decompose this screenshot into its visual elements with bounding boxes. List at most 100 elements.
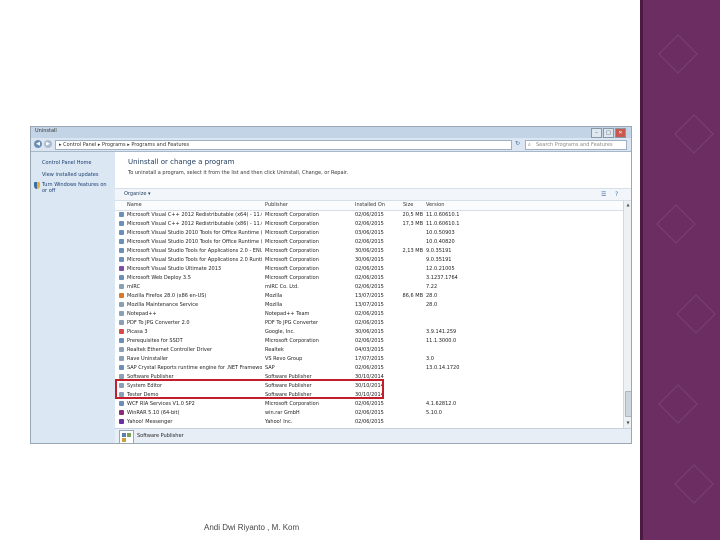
program-row[interactable]: Microsoft Visual Studio Tools for Applic… xyxy=(115,256,623,264)
program-row[interactable]: WCF RIA Services V1.0 SP2 Microsoft Corpo… xyxy=(115,400,623,408)
program-version: 3.9.141.259 xyxy=(426,329,457,335)
column-header-publisher[interactable]: Publisher xyxy=(265,202,288,208)
program-publisher: Microsoft Corporation xyxy=(265,266,319,272)
program-row[interactable]: Microsoft Visual Studio 2010 Tools for O… xyxy=(115,229,623,237)
app-icon xyxy=(119,284,124,289)
program-publisher: PDF To JPG Converter xyxy=(265,320,319,326)
program-row[interactable]: Microsoft Web Deploy 3.5 Microsoft Corpor… xyxy=(115,274,623,282)
program-name: Yahoo! Messenger xyxy=(127,419,173,425)
program-installed-on: 02/06/2015 xyxy=(355,284,384,290)
program-publisher: Microsoft Corporation xyxy=(265,401,319,407)
program-row[interactable]: Notepad++ Notepad++ Team 02/06/2015 xyxy=(115,310,623,318)
program-row[interactable]: Prerequisites for SSDT Microsoft Corporat… xyxy=(115,337,623,345)
program-version: 7.22 xyxy=(426,284,438,290)
search-placeholder: Search Programs and Features xyxy=(536,142,613,148)
view-options-icon[interactable]: ☰ xyxy=(601,191,606,198)
decorative-sidebar xyxy=(640,0,720,540)
picasa-icon xyxy=(119,329,124,334)
program-name: Realtek Ethernet Controller Driver xyxy=(127,347,212,353)
program-version: 11.0.60610.1 xyxy=(426,212,460,218)
control-panel-home-link[interactable]: Control Panel Home xyxy=(42,160,92,166)
address-field[interactable]: ▸ Control Panel ▸ Programs ▸ Programs an… xyxy=(55,140,512,150)
program-publisher: Mozilla xyxy=(265,293,283,299)
program-row[interactable]: Rave Uninstaller VS Revo Group 17/07/2015 3… xyxy=(115,355,623,363)
program-row[interactable]: mIRC mIRC Co. Ltd. 02/06/2015 7.22 xyxy=(115,283,623,291)
help-icon[interactable]: ? xyxy=(615,191,618,198)
program-row[interactable]: PDF To JPG Converter 2.0 PDF To JPG Conve… xyxy=(115,319,623,327)
program-row[interactable]: Microsoft Visual Studio Ultimate 2013 Mic… xyxy=(115,265,623,273)
program-installed-on: 30/06/2015 xyxy=(355,248,384,254)
app-icon xyxy=(119,356,124,361)
scroll-down-icon[interactable]: ▼ xyxy=(625,420,631,426)
program-row[interactable]: Microsoft Visual C++ 2012 Redistributabl… xyxy=(115,220,623,228)
program-name: Mozilla Firefox 28.0 (x86 en-US) xyxy=(127,293,207,299)
program-name: Rave Uninstaller xyxy=(127,356,168,362)
back-icon[interactable]: ◀ xyxy=(34,140,42,148)
program-installed-on: 02/06/2015 xyxy=(355,311,384,317)
program-row[interactable]: Microsoft Visual C++ 2012 Redistributabl… xyxy=(115,211,623,219)
forward-icon[interactable]: ▶ xyxy=(44,140,52,148)
scroll-up-icon[interactable]: ▲ xyxy=(625,202,631,208)
program-row[interactable]: Microsoft Visual Studio Tools for Applic… xyxy=(115,247,623,255)
program-row[interactable]: Microsoft Visual Studio 2010 Tools for O… xyxy=(115,238,623,246)
program-name: WinRAR 5.10 (64-bit) xyxy=(127,410,180,416)
program-version: 10.0.50903 xyxy=(426,230,455,236)
view-installed-updates-link[interactable]: View installed updates xyxy=(42,172,98,178)
program-installed-on: 03/06/2015 xyxy=(355,230,384,236)
program-name: Microsoft Visual C++ 2012 Redistributabl… xyxy=(127,221,262,227)
search-input[interactable]: ⌕ Search Programs and Features xyxy=(525,140,627,150)
program-version: 11.1.3000.0 xyxy=(426,338,457,344)
column-header-version[interactable]: Version xyxy=(426,202,444,208)
program-row[interactable]: WinRAR 5.10 (64-bit) win.rar GmbH 02/06/20… xyxy=(115,409,623,417)
maximize-button[interactable]: □ xyxy=(603,128,614,138)
column-header-installed-on[interactable]: Installed On xyxy=(355,202,385,208)
program-installed-on: 02/06/2015 xyxy=(355,338,384,344)
program-version: 28.0 xyxy=(426,302,438,308)
scroll-thumb[interactable] xyxy=(625,391,631,417)
program-version: 3.0 xyxy=(426,356,434,362)
title-bar: Uninstall – □ ✕ xyxy=(31,127,631,138)
program-publisher: Yahoo! Inc. xyxy=(265,419,293,425)
installer-icon xyxy=(119,365,124,370)
program-installed-on: 17/07/2015 xyxy=(355,356,384,362)
close-button[interactable]: ✕ xyxy=(615,128,626,138)
program-name: WCF RIA Services V1.0 SP2 xyxy=(127,401,195,407)
program-installed-on: 02/06/2015 xyxy=(355,212,384,218)
column-header-name[interactable]: Name xyxy=(127,202,142,208)
program-version: 28.0 xyxy=(426,293,438,299)
program-row[interactable]: Realtek Ethernet Controller Driver Realte… xyxy=(115,346,623,354)
program-publisher: Microsoft Corporation xyxy=(265,239,319,245)
program-publisher: Notepad++ Team xyxy=(265,311,310,317)
program-installed-on: 02/06/2015 xyxy=(355,401,384,407)
yahoo-icon xyxy=(119,419,124,424)
program-size: 20,5 MB xyxy=(402,212,423,218)
vertical-scrollbar[interactable]: ▲ ▼ xyxy=(623,201,631,428)
program-publisher: Realtek xyxy=(265,347,284,353)
program-installed-on: 02/06/2015 xyxy=(355,365,384,371)
sidebar-edge xyxy=(640,0,643,540)
program-size: 86,6 MB xyxy=(402,293,423,299)
page-title: Uninstall or change a program xyxy=(128,158,235,166)
program-row[interactable]: Picasa 3 Google, Inc. 30/06/2015 3.9.141.25… xyxy=(115,328,623,336)
program-version: 9.0.35191 xyxy=(426,257,452,263)
program-name: Microsoft Visual Studio Ultimate 2013 xyxy=(127,266,222,272)
program-row[interactable]: Yahoo! Messenger Yahoo! Inc. 02/06/2015 xyxy=(115,418,623,426)
pattern-diamond xyxy=(674,464,714,504)
program-name: Microsoft Visual Studio Tools for Applic… xyxy=(127,257,262,263)
refresh-icon[interactable]: ↻ xyxy=(513,140,522,148)
minimize-button[interactable]: – xyxy=(591,128,602,138)
installer-icon xyxy=(119,239,124,244)
program-name: Microsoft Web Deploy 3.5 xyxy=(127,275,191,281)
highlight-box xyxy=(115,379,384,399)
organize-menu[interactable]: Organize ▾ xyxy=(124,191,151,197)
column-header-size[interactable]: Size xyxy=(403,202,413,208)
program-installed-on: 02/06/2015 xyxy=(355,419,384,425)
program-row[interactable]: Mozilla Maintenance Service Mozilla 13/07/… xyxy=(115,301,623,309)
pattern-diamond xyxy=(676,294,716,334)
program-row[interactable]: SAP Crystal Reports runtime engine for .… xyxy=(115,364,623,372)
program-row[interactable]: Mozilla Firefox 28.0 (x86 en-US) Mozilla 1… xyxy=(115,292,623,300)
installer-icon xyxy=(119,401,124,406)
windows-features-link[interactable]: Turn Windows features on or off xyxy=(42,182,108,194)
program-installed-on: 13/07/2015 xyxy=(355,293,384,299)
program-installed-on: 02/06/2015 xyxy=(355,320,384,326)
